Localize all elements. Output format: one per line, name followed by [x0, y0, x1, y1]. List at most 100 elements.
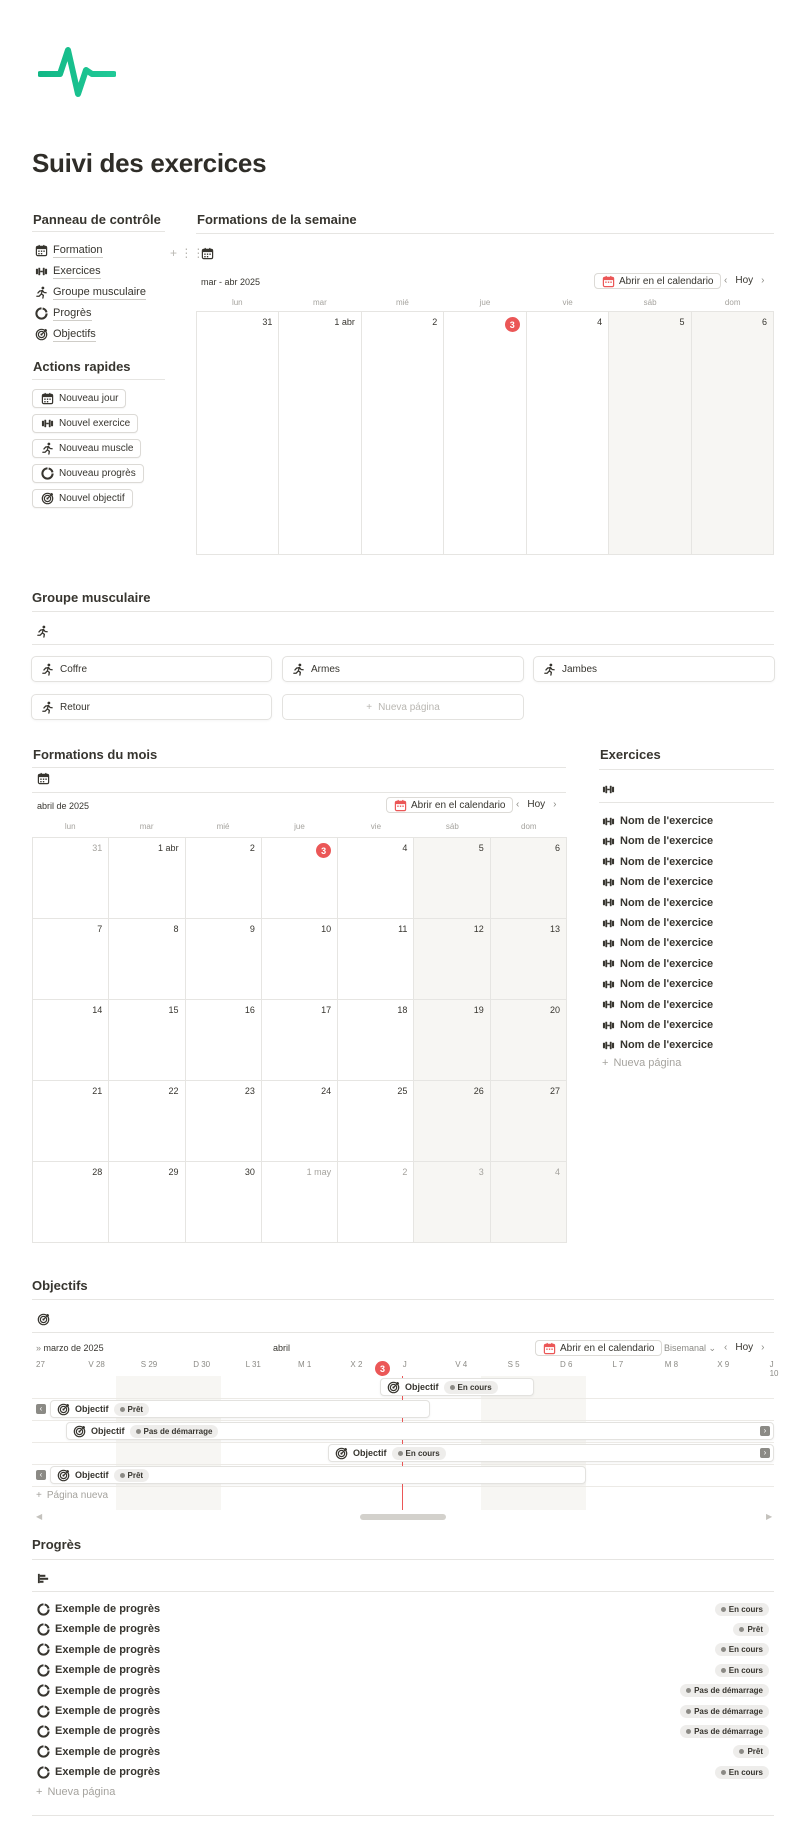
- calendar-view-icon[interactable]: [200, 246, 214, 260]
- calendar-day-cell[interactable]: 13: [490, 919, 567, 1000]
- calendar-day-cell[interactable]: 17: [261, 1000, 339, 1081]
- calendar-day-cell[interactable]: 1 abr: [109, 838, 186, 919]
- list-item[interactable]: Nom de l'exercice: [601, 998, 713, 1012]
- list-item[interactable]: Nom de l'exercice: [601, 916, 713, 930]
- calendar-day-cell[interactable]: 30: [185, 1162, 262, 1243]
- sidebar-item-formation[interactable]: Formation: [34, 243, 103, 258]
- today-button[interactable]: Hoy: [735, 1342, 753, 1353]
- list-item[interactable]: Nom de l'exercice: [601, 957, 713, 971]
- chevron-left-icon[interactable]: ‹: [724, 275, 727, 286]
- list-item[interactable]: Nom de l'exercice: [601, 1038, 713, 1052]
- calendar-day-cell[interactable]: 4: [526, 312, 610, 555]
- calendar-view-icon[interactable]: [36, 771, 50, 785]
- calendar-day-cell[interactable]: 9: [185, 919, 262, 1000]
- view-select[interactable]: Bisemanal ⌄: [664, 1343, 716, 1354]
- calendar-day-cell[interactable]: 7: [33, 919, 110, 1000]
- new-objective-button[interactable]: Nouvel objectif: [32, 489, 133, 508]
- scroll-right-icon[interactable]: ▶: [766, 1512, 772, 1521]
- list-item[interactable]: Nom de l'exercice: [601, 875, 713, 889]
- open-calendar-button[interactable]: Abrir en el calendario: [535, 1340, 662, 1356]
- calendar-day-cell[interactable]: 6: [490, 838, 567, 919]
- calendar-day-cell[interactable]: 31: [197, 312, 280, 555]
- objective-bar[interactable]: Objectif Pas de démarrage: [66, 1422, 774, 1440]
- calendar-day-cell[interactable]: 16: [185, 1000, 262, 1081]
- chevron-right-icon[interactable]: ›: [761, 275, 764, 286]
- calendar-day-cell[interactable]: 14: [33, 1000, 110, 1081]
- calendar-day-cell[interactable]: 2: [361, 312, 445, 555]
- new-page-button[interactable]: + Página nueva: [36, 1490, 108, 1501]
- list-item[interactable]: Nom de l'exercice: [601, 977, 713, 991]
- arrow-right-icon[interactable]: ›: [760, 1426, 770, 1436]
- calendar-day-cell[interactable]: 12: [414, 919, 491, 1000]
- objective-bar[interactable]: Objectif Prêt: [50, 1400, 430, 1418]
- calendar-day-cell[interactable]: 2: [338, 1162, 415, 1243]
- list-item[interactable]: Exemple de progrès Prêt: [36, 1622, 769, 1636]
- new-page-button[interactable]: + Nueva página: [602, 1057, 681, 1069]
- chevron-left-icon[interactable]: ‹: [724, 1342, 727, 1353]
- calendar-day-cell[interactable]: 4: [490, 1162, 567, 1243]
- calendar-day-cell[interactable]: 1 abr: [279, 312, 362, 555]
- scroll-left-icon[interactable]: ◀: [36, 1512, 42, 1521]
- calendar-day-cell[interactable]: 26: [414, 1081, 491, 1162]
- calendar-day-cell[interactable]: 10: [261, 919, 339, 1000]
- new-page-button[interactable]: + Nueva página: [282, 694, 524, 720]
- calendar-day-cell[interactable]: 6: [691, 312, 774, 555]
- list-item[interactable]: Exemple de progrès Prêt: [36, 1745, 769, 1759]
- new-exercise-button[interactable]: Nouvel exercice: [32, 414, 139, 433]
- arrow-right-icon[interactable]: ›: [760, 1448, 770, 1458]
- list-item[interactable]: Nom de l'exercice: [601, 814, 713, 828]
- today-button[interactable]: Hoy: [735, 275, 753, 286]
- calendar-day-cell[interactable]: 21: [33, 1081, 110, 1162]
- calendar-day-cell[interactable]: 23: [185, 1081, 262, 1162]
- list-item[interactable]: Exemple de progrès En cours: [36, 1765, 769, 1779]
- list-item[interactable]: Nom de l'exercice: [601, 936, 713, 950]
- muscle-card-jambes[interactable]: Jambes: [533, 656, 775, 682]
- calendar-day-cell[interactable]: 20: [490, 1000, 567, 1081]
- calendar-day-cell[interactable]: 27: [490, 1081, 567, 1162]
- horizontal-scrollbar[interactable]: [360, 1514, 446, 1520]
- calendar-day-cell[interactable]: 11: [338, 919, 415, 1000]
- new-progress-button[interactable]: Nouveau progrès: [32, 464, 144, 483]
- sidebar-item-progres[interactable]: Progrès: [34, 306, 92, 321]
- calendar-day-cell[interactable]: 22: [109, 1081, 186, 1162]
- open-calendar-button[interactable]: Abrir en el calendario: [386, 797, 513, 813]
- list-item[interactable]: Nom de l'exercice: [601, 855, 713, 869]
- list-item[interactable]: Exemple de progrès Pas de démarrage: [36, 1724, 769, 1738]
- new-muscle-button[interactable]: Nouveau muscle: [32, 439, 142, 458]
- muscle-card-retour[interactable]: Retour: [31, 694, 272, 720]
- calendar-day-cell[interactable]: 18: [338, 1000, 415, 1081]
- list-item[interactable]: Exemple de progrès Pas de démarrage: [36, 1684, 769, 1698]
- objective-bar[interactable]: Objectif Prêt: [50, 1466, 586, 1484]
- arrow-left-icon[interactable]: ‹: [36, 1404, 46, 1414]
- arrow-left-icon[interactable]: ‹: [36, 1470, 46, 1480]
- expand-icon[interactable]: »: [36, 1343, 41, 1353]
- open-calendar-button[interactable]: Abrir en el calendario: [594, 273, 721, 289]
- new-page-button[interactable]: + Nueva página: [36, 1786, 115, 1798]
- chevron-left-icon[interactable]: ‹: [516, 799, 519, 810]
- chevron-right-icon[interactable]: ›: [761, 1342, 764, 1353]
- calendar-day-cell[interactable]: 5: [609, 312, 692, 555]
- calendar-day-cell[interactable]: 4: [338, 838, 415, 919]
- today-button[interactable]: Hoy: [527, 799, 545, 810]
- objective-bar[interactable]: Objectif En cours: [328, 1444, 774, 1462]
- muscle-card-coffre[interactable]: Coffre: [31, 656, 272, 682]
- calendar-day-cell[interactable]: 8: [109, 919, 186, 1000]
- calendar-day-cell[interactable]: 28: [33, 1162, 110, 1243]
- calendar-day-cell[interactable]: 15: [109, 1000, 186, 1081]
- calendar-day-cell[interactable]: 3: [261, 838, 339, 919]
- list-item[interactable]: Nom de l'exercice: [601, 896, 713, 910]
- list-item[interactable]: Nom de l'exercice: [601, 834, 713, 848]
- new-day-button[interactable]: Nouveau jour: [32, 389, 127, 408]
- calendar-day-cell[interactable]: 2: [185, 838, 262, 919]
- objective-bar[interactable]: Objectif En cours: [380, 1378, 534, 1396]
- calendar-day-cell[interactable]: 25: [338, 1081, 415, 1162]
- calendar-day-cell[interactable]: 24: [261, 1081, 339, 1162]
- sidebar-item-exercices[interactable]: Exercices: [34, 264, 101, 279]
- chevron-right-icon[interactable]: ›: [553, 799, 556, 810]
- list-item[interactable]: Nom de l'exercice: [601, 1018, 713, 1032]
- sidebar-item-objectifs[interactable]: Objectifs: [34, 327, 96, 342]
- list-item[interactable]: Exemple de progrès En cours: [36, 1602, 769, 1616]
- list-item[interactable]: Exemple de progrès En cours: [36, 1663, 769, 1677]
- calendar-day-cell[interactable]: 1 may: [261, 1162, 339, 1243]
- sidebar-item-groupe-musculaire[interactable]: Groupe musculaire: [34, 285, 146, 300]
